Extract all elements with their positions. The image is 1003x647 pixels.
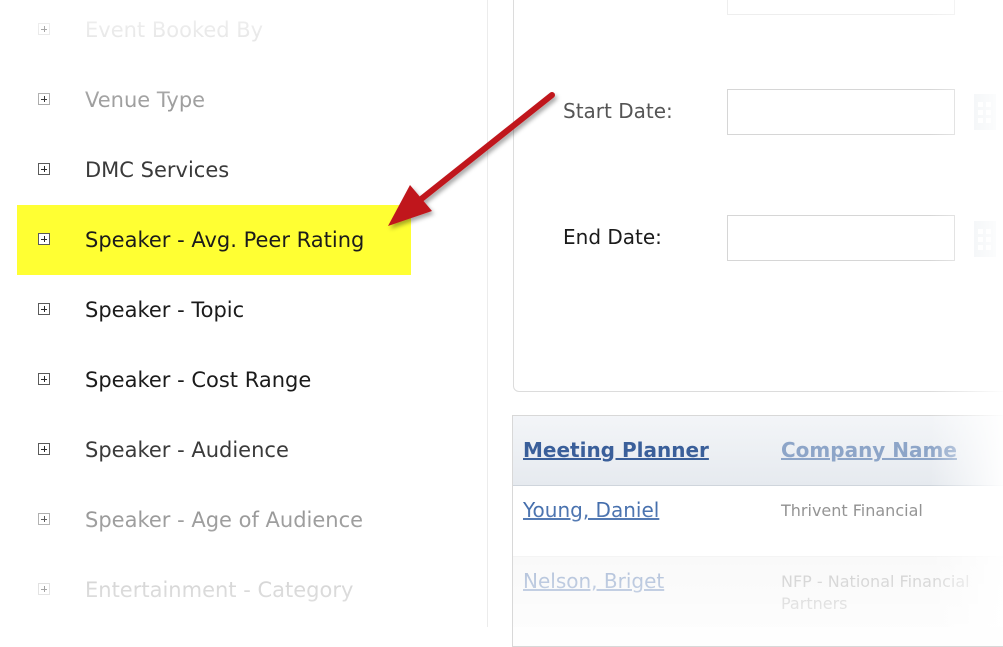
company-name-cell: NFP - National Financial Partners [781,572,970,613]
expand-icon[interactable] [38,443,50,455]
filter-item-event-booked-by[interactable]: Event Booked By [17,0,411,65]
calendar-icon[interactable] [974,94,996,130]
filter-item-speaker-cost-range[interactable]: Speaker - Cost Range [17,345,411,415]
filter-label: Speaker - Cost Range [85,368,312,392]
filter-label: Speaker - Audience [85,438,289,462]
meeting-planner-link[interactable]: Nelson, Briget [523,569,664,593]
filter-item-speaker-audience[interactable]: Speaker - Audience [17,415,411,485]
filter-label: Speaker - Age of Audience [85,508,364,532]
expand-icon[interactable] [38,513,50,525]
expand-icon[interactable] [38,93,50,105]
expand-icon[interactable] [38,233,50,245]
expand-icon[interactable] [38,373,50,385]
table-row: Nelson, Briget NFP - National Financial … [513,556,1003,627]
filter-panel: Event Booked By Venue Type DMC Services … [0,0,488,627]
column-header-company-name[interactable]: Company Name [781,438,957,462]
filter-item-speaker-age-of-audience[interactable]: Speaker - Age of Audience [17,485,411,555]
end-date-input[interactable] [727,215,955,261]
start-date-label: Start Date: [563,99,673,123]
table-row: Young, Daniel Thrivent Financial [513,486,1003,556]
column-header-meeting-planner[interactable]: Meeting Planner [523,438,709,462]
expand-icon[interactable] [38,23,50,35]
filter-label: Speaker - Topic [85,298,245,322]
filter-label: Speaker - Avg. Peer Rating [85,228,365,252]
expand-icon[interactable] [38,163,50,175]
filter-label: Venue Type [85,88,206,112]
calendar-icon[interactable] [974,221,996,257]
grid-header: Meeting Planner Company Name [513,416,1003,486]
filter-label: Event Booked By [85,18,264,42]
filter-label: DMC Services [85,158,230,182]
filter-label: Entertainment - Category [85,578,354,602]
filter-item-venue-type[interactable]: Venue Type [17,65,411,135]
filter-item-dmc-services[interactable]: DMC Services [17,135,411,205]
expand-icon[interactable] [38,303,50,315]
top-input-field[interactable] [727,0,955,15]
company-name-cell: Thrivent Financial [781,501,923,520]
filter-item-entertainment-category[interactable]: Entertainment - Category [17,555,411,625]
results-grid: Meeting Planner Company Name Young, Dani… [512,415,1003,647]
start-date-input[interactable] [727,89,955,135]
expand-icon[interactable] [38,583,50,595]
end-date-label: End Date: [563,225,662,249]
filter-item-speaker-topic[interactable]: Speaker - Topic [17,275,411,345]
meeting-planner-link[interactable]: Young, Daniel [523,498,659,522]
date-filter-panel: Start Date: End Date: [513,0,1003,392]
filter-item-speaker-avg-peer-rating[interactable]: Speaker - Avg. Peer Rating [17,205,411,275]
